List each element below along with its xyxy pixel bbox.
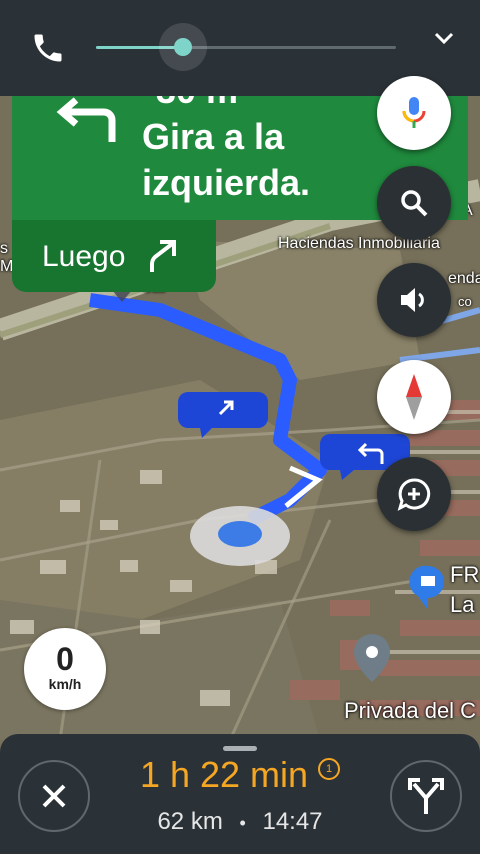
slider-thumb[interactable] xyxy=(174,38,192,56)
arrival-time: 14:47 xyxy=(262,808,323,835)
volume-slider[interactable] xyxy=(96,23,396,71)
separator-dot: • xyxy=(239,813,246,833)
map-label-left-edge: s xyxy=(0,240,8,257)
turn-instruction: Gira a la izquierda. xyxy=(142,116,311,203)
volume-icon xyxy=(401,288,424,312)
search-icon xyxy=(401,190,428,217)
trip-duration: 1 h 22 min xyxy=(139,754,309,795)
speedometer: 0 km/h xyxy=(24,628,106,710)
compass-button[interactable] xyxy=(377,360,451,434)
turn-left-icon xyxy=(56,97,116,142)
then-label: Luego xyxy=(42,240,126,273)
map-label-street: Privada del C xyxy=(344,698,477,723)
map-label-store-2: La xyxy=(450,592,475,617)
speed-value: 0 xyxy=(56,641,74,677)
trip-distance: 62 km xyxy=(157,808,223,835)
eco-route-icon: 1 xyxy=(318,758,341,780)
sound-button[interactable] xyxy=(377,263,451,337)
compass-icon xyxy=(406,374,422,420)
drag-handle[interactable] xyxy=(223,746,257,751)
map-label-right-edge: enda xyxy=(448,270,480,287)
mic-icon xyxy=(402,97,426,128)
voice-search-button[interactable] xyxy=(377,76,451,150)
speed-unit: km/h xyxy=(48,676,82,692)
search-button[interactable] xyxy=(377,166,451,240)
map-label-right-small: co xyxy=(458,294,472,309)
alternate-routes-icon xyxy=(408,778,444,814)
add-report-icon xyxy=(397,478,431,511)
trip-summary-panel[interactable]: 1 h 22 min 1 62 km • 14:47 xyxy=(0,734,480,854)
phone-icon[interactable] xyxy=(30,30,66,66)
chevron-down-icon[interactable] xyxy=(430,26,458,50)
then-instruction-card[interactable]: Luego xyxy=(12,220,216,292)
map-label-store: FR xyxy=(450,562,480,587)
alternate-routes-button[interactable] xyxy=(390,760,462,832)
turn-right-icon xyxy=(150,240,176,272)
add-report-button[interactable] xyxy=(377,457,451,531)
